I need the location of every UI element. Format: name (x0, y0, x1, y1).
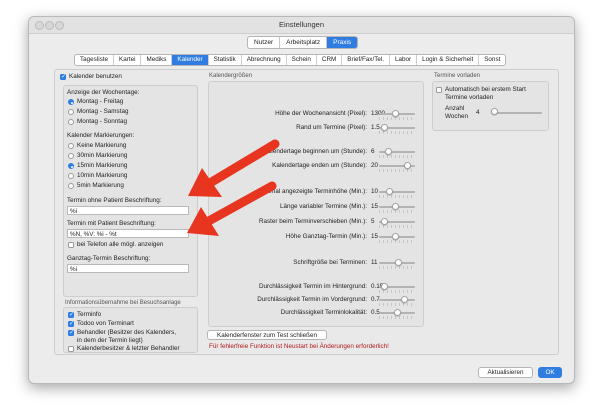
annotation-arrows (187, 139, 280, 236)
